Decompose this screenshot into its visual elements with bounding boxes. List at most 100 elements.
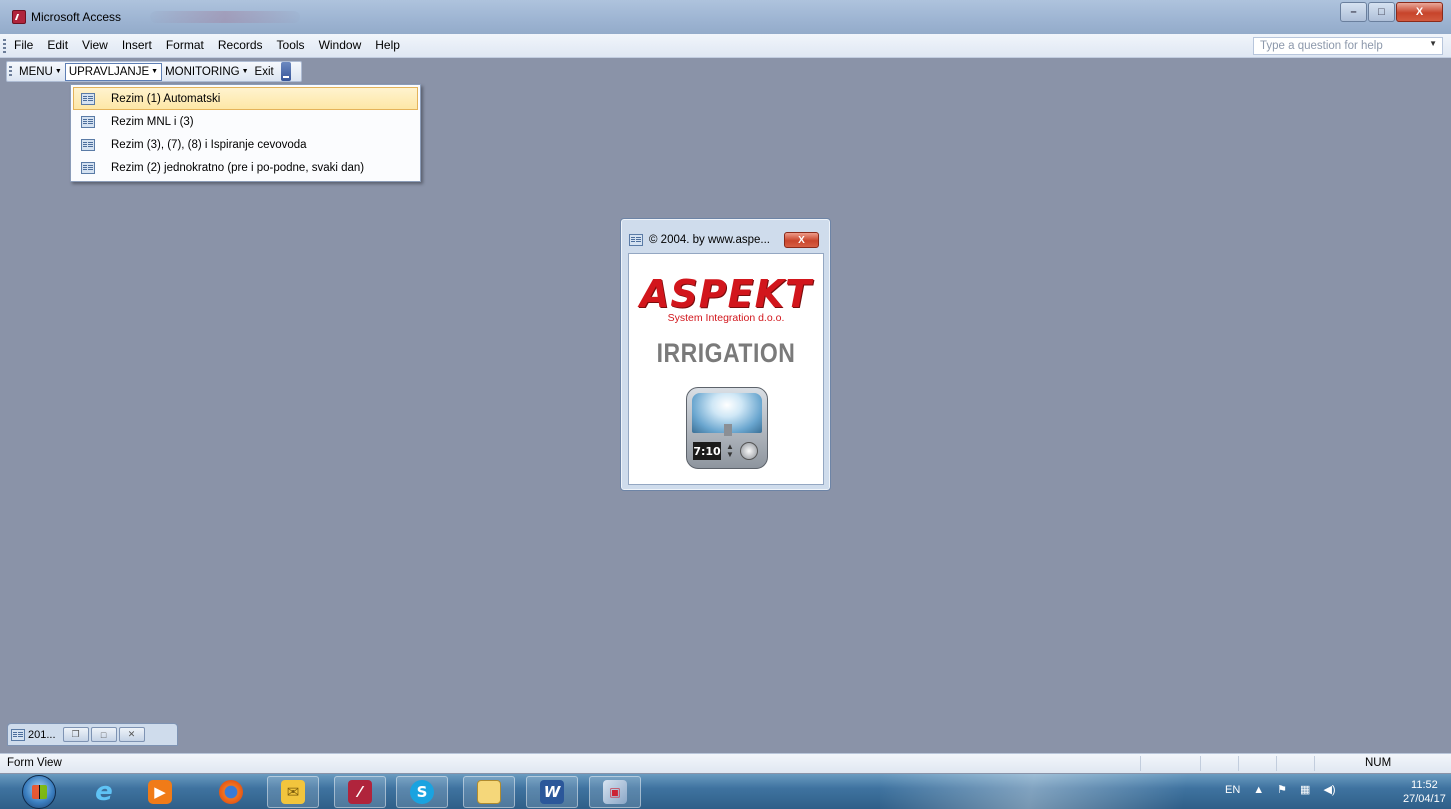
menu-window[interactable]: Window: [319, 38, 362, 52]
aspekt-logo: ASPEKT: [640, 272, 812, 316]
window-controls: – □ X: [1339, 2, 1443, 22]
toolbar-grip[interactable]: [9, 65, 12, 78]
dropdown-item-label: Rezim (2) jednokratno (pre i po-podne, s…: [111, 161, 365, 174]
internet-explorer-icon[interactable]: e: [78, 776, 130, 808]
menu-label: MENU: [19, 65, 53, 78]
volume-icon[interactable]: ◀): [1323, 783, 1335, 796]
show-hidden-icons-icon[interactable]: ▲: [1253, 784, 1264, 796]
restore-button[interactable]: ❐: [62, 727, 89, 742]
skype-glyph: S: [410, 780, 434, 804]
status-cells: [1140, 756, 1352, 771]
outlook-icon[interactable]: ✉: [267, 776, 319, 808]
menu-dropdown-button[interactable]: MENU ▼: [16, 64, 65, 80]
status-cell: [1140, 756, 1200, 771]
splash-form-window[interactable]: © 2004. by www.aspe... X ASPEKT System I…: [620, 218, 831, 491]
menu-edit[interactable]: Edit: [47, 38, 68, 52]
dropdown-item-rezim-mnl[interactable]: Rezim MNL i (3): [73, 110, 418, 133]
status-cell: [1238, 756, 1276, 771]
clock-time: 11:52: [1411, 779, 1438, 791]
up-down-arrows-icon: ▲ ▼: [726, 442, 734, 459]
word-glyph: W: [540, 780, 564, 804]
custom-toolbar: MENU ▼ UPRAVLJANJE ▼ MONITORING ▼ Exit: [0, 59, 1451, 84]
media-glyph: ▶: [148, 780, 172, 804]
chevron-down-icon: ▼: [54, 68, 62, 75]
taskbar-clock[interactable]: 11:52 27/04/17: [1403, 778, 1446, 806]
form-icon: [81, 138, 95, 151]
help-dropdown-icon[interactable]: ▼: [1429, 39, 1437, 48]
network-status-icon[interactable]: ▦: [1300, 783, 1310, 796]
form-icon: [629, 234, 643, 246]
form-icon: [81, 115, 95, 128]
help-search-input[interactable]: Type a question for help ▼: [1253, 37, 1443, 55]
firefox-icon[interactable]: [205, 776, 257, 808]
monitoring-label: MONITORING: [165, 65, 240, 78]
dropdown-item-label: Rezim (1) Automatski: [111, 92, 221, 105]
status-cell: [1314, 756, 1352, 771]
skype-icon[interactable]: S: [396, 776, 448, 808]
outlook-glyph: ✉: [281, 780, 305, 804]
menu-tools[interactable]: Tools: [277, 38, 305, 52]
language-indicator[interactable]: EN: [1225, 784, 1240, 796]
windows-taskbar: e ▶ ✉ ⁄ S W ▣ EN ▲ ⚑ ▦ ◀) 11:52 27/04/17: [0, 774, 1451, 809]
dropdown-item-rezim-3-7-8[interactable]: Rezim (3), (7), (8) i Ispiranje cevovoda: [73, 133, 418, 156]
title-blur: [150, 11, 300, 23]
menu-format[interactable]: Format: [166, 38, 204, 52]
minimized-database-window[interactable]: 201... ❐ □ ✕: [7, 723, 178, 746]
sprinkler-head-icon: [724, 424, 732, 436]
access-app-icon[interactable]: [12, 10, 26, 24]
menu-records[interactable]: Records: [218, 38, 263, 52]
maximize-button[interactable]: □: [1368, 2, 1395, 22]
action-center-flag-icon[interactable]: ⚑: [1277, 783, 1287, 796]
status-text: Form View: [7, 757, 62, 769]
start-button[interactable]: [22, 775, 56, 809]
menu-insert[interactable]: Insert: [122, 38, 152, 52]
help-placeholder: Type a question for help: [1260, 40, 1383, 52]
clock-date: 27/04/17: [1403, 793, 1446, 805]
word-icon[interactable]: W: [526, 776, 578, 808]
close-button[interactable]: X: [1396, 2, 1443, 22]
monitoring-dropdown-button[interactable]: MONITORING ▼: [162, 64, 251, 80]
dropdown-item-rezim-2[interactable]: Rezim (2) jednokratno (pre i po-podne, s…: [73, 156, 418, 179]
exit-button[interactable]: Exit: [252, 64, 277, 80]
access-taskbar-icon[interactable]: ⁄: [334, 776, 386, 808]
splash-close-button[interactable]: X: [784, 232, 819, 248]
firefox-glyph: [219, 780, 243, 804]
database-icon: [11, 728, 25, 741]
splash-title-bar: © 2004. by www.aspe...: [629, 234, 770, 246]
product-name: IRRIGATION: [656, 337, 796, 368]
network-app-icon[interactable]: ▣: [589, 776, 641, 808]
maximize-button[interactable]: □: [90, 727, 117, 742]
media-player-icon[interactable]: ▶: [134, 776, 186, 808]
folder-glyph: [477, 780, 501, 804]
dropdown-item-rezim-1[interactable]: Rezim (1) Automatski: [73, 87, 418, 110]
toolbar-options-icon[interactable]: [280, 62, 291, 81]
dropdown-item-label: Rezim MNL i (3): [111, 115, 194, 128]
minimized-window-label: 201...: [28, 728, 56, 741]
close-button[interactable]: ✕: [118, 727, 145, 742]
upravljanje-label: UPRAVLJANJE: [68, 65, 150, 78]
upravljanje-dropdown-menu: Rezim (1) Automatski Rezim MNL i (3) Rez…: [70, 84, 421, 182]
minimize-button[interactable]: –: [1340, 2, 1367, 22]
ie-glyph: e: [95, 777, 113, 807]
sprinkler-timer-icon: 7:10 ▲ ▼: [686, 387, 768, 469]
status-cell: [1200, 756, 1238, 771]
title-bar: Microsoft Access – □ X: [0, 0, 1451, 34]
network-glyph: ▣: [603, 780, 627, 804]
upravljanje-dropdown-button[interactable]: UPRAVLJANJE ▼: [64, 62, 163, 81]
menu-file[interactable]: File: [14, 38, 33, 52]
access-glyph: ⁄: [348, 780, 372, 804]
status-bar: Form View NUM: [0, 753, 1451, 773]
splash-title: © 2004. by www.aspe...: [649, 234, 770, 246]
menu-bar: File Edit View Insert Format Records Too…: [0, 34, 1451, 58]
form-icon: [81, 161, 95, 174]
form-icon: [81, 92, 95, 105]
menu-grip[interactable]: [3, 39, 6, 53]
chevron-down-icon: ▼: [151, 68, 159, 75]
chevron-down-icon: ▼: [241, 68, 249, 75]
logo-subtitle: System Integration d.o.o.: [667, 312, 785, 324]
menu-help[interactable]: Help: [375, 38, 400, 52]
menu-view[interactable]: View: [82, 38, 108, 52]
file-explorer-icon[interactable]: [463, 776, 515, 808]
window-title: Microsoft Access: [31, 10, 122, 24]
system-tray: EN ▲ ⚑ ▦ ◀): [1225, 783, 1349, 797]
